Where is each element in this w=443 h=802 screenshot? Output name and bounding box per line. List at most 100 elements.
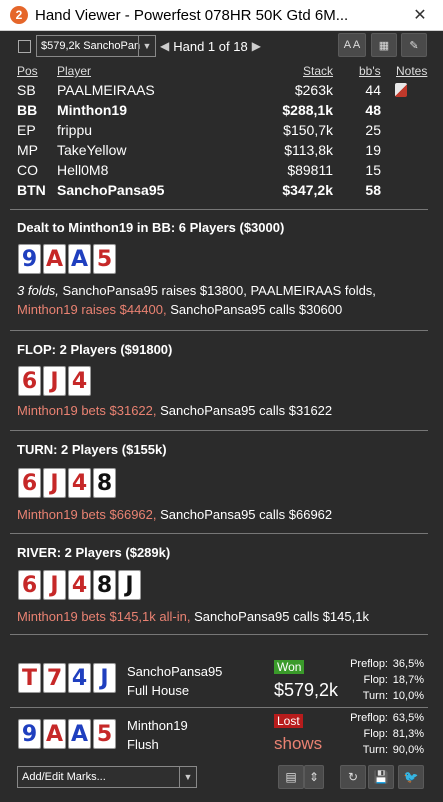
action-text: SanchoPansa95 calls $66962	[156, 507, 333, 522]
player-bbs: 48	[365, 102, 381, 118]
chevron-down-icon: ▼	[138, 36, 155, 56]
player-stack: $288,1k	[282, 102, 333, 118]
equity-value: 90,0%	[392, 744, 424, 756]
action-text: SanchoPansa95 calls $31622	[156, 403, 333, 418]
player-pos: CO	[17, 162, 38, 178]
up-down-icon[interactable]: ⇕	[304, 765, 324, 789]
flop-cards: 6 J 4	[18, 366, 93, 396]
winner-hole-cards: T 7 4 J	[18, 663, 118, 693]
player-bbs: 25	[365, 122, 381, 138]
player-row[interactable]: BB Minthon19 $288,1k 48	[17, 102, 433, 122]
header-player[interactable]: Player	[57, 64, 91, 78]
divider	[10, 330, 428, 331]
marks-placeholder: Add/Edit Marks...	[22, 771, 106, 783]
action-text: SanchoPansa95 calls $30600	[166, 302, 343, 317]
player-name: TakeYellow	[57, 142, 127, 158]
player-name: Minthon19	[57, 102, 127, 118]
close-button[interactable]: ✕	[397, 0, 443, 30]
folds-text: 3 folds,	[17, 283, 59, 298]
player-row[interactable]: CO Hell0M8 $89811 15	[17, 162, 433, 182]
playing-card: 7	[43, 663, 66, 693]
playing-card: 4	[68, 366, 91, 396]
turn-cards: 6 J 4 8	[18, 468, 118, 498]
hero-action-text: Minthon19 bets $66962,	[17, 507, 157, 522]
header-notes[interactable]: Notes	[396, 64, 427, 78]
player-name: Hell0M8	[57, 162, 109, 178]
result-hand-rank: Full House	[127, 683, 190, 698]
window-title: Hand Viewer - Powerfest 078HR 50K Gtd 6M…	[35, 6, 349, 24]
playing-card: 6	[18, 366, 41, 396]
app-logo-icon: 2	[10, 6, 28, 24]
twitter-icon[interactable]: 🐦	[398, 765, 424, 789]
playing-card: A	[68, 244, 91, 274]
equity-label: Preflop:	[350, 712, 388, 724]
notes-icon[interactable]: ▤	[278, 765, 304, 789]
result-hand-rank: Flush	[127, 737, 159, 752]
divider	[10, 707, 428, 708]
player-stack: $89811	[287, 162, 333, 178]
action-text: SanchoPansa95 raises $13800, PAALMEIRAAS…	[58, 283, 376, 298]
player-row[interactable]: SB PAALMEIRAAS $263k 44	[17, 82, 433, 102]
equity-value: 63,5%	[392, 712, 424, 724]
flop-title: FLOP: 2 Players ($91800)	[17, 342, 173, 357]
divider	[10, 209, 428, 210]
header-pos[interactable]: Pos	[17, 64, 38, 78]
river-action-line: Minthon19 bets $145,1k all-in, SanchoPan…	[17, 609, 369, 624]
playing-card: J	[118, 570, 141, 600]
header-stack[interactable]: Stack	[303, 64, 333, 78]
divider	[10, 430, 428, 431]
player-pos: MP	[17, 142, 38, 158]
edit-icon[interactable]: ✎	[401, 33, 427, 57]
playing-card: 8	[93, 468, 116, 498]
chevron-down-icon: ▼	[179, 767, 196, 787]
loser-hole-cards: 9 A A 5	[18, 719, 118, 749]
playing-card: T	[18, 663, 41, 693]
hero-hole-cards: 9 A A 5	[18, 244, 118, 274]
player-row[interactable]: EP frippu $150,7k 25	[17, 122, 433, 142]
previous-hand-icon[interactable]: ◀	[160, 39, 169, 53]
player-pos: BB	[17, 102, 38, 118]
playing-card: A	[43, 719, 66, 749]
title-bar: 2 Hand Viewer - Powerfest 078HR 50K Gtd …	[0, 0, 443, 31]
header-bbs[interactable]: bb's	[359, 64, 381, 78]
action-text: SanchoPansa95 calls $145,1k	[190, 609, 369, 624]
playing-card: 4	[68, 570, 91, 600]
note-icon[interactable]	[395, 83, 407, 97]
font-size-button[interactable]: A A	[338, 33, 366, 57]
equity-label: Turn:	[362, 690, 388, 702]
divider	[10, 533, 428, 534]
player-stack: $263k	[294, 82, 333, 98]
preflop-action-line-2: Minthon19 raises $44400, SanchoPansa95 c…	[17, 302, 342, 317]
equity-value: 36,5%	[392, 658, 424, 670]
playing-card: J	[43, 366, 66, 396]
marks-dropdown[interactable]: Add/Edit Marks... ▼	[17, 766, 197, 788]
flop-action-line: Minthon19 bets $31622, SanchoPansa95 cal…	[17, 403, 332, 418]
select-hand-checkbox[interactable]	[18, 39, 31, 53]
playing-card: 9	[18, 244, 41, 274]
playing-card: 5	[93, 719, 116, 749]
playing-card: 4	[68, 468, 91, 498]
refresh-icon[interactable]: ↻	[340, 765, 366, 789]
player-row[interactable]: MP TakeYellow $113,8k 19	[17, 142, 433, 162]
turn-action-line: Minthon19 bets $66962, SanchoPansa95 cal…	[17, 507, 332, 522]
equity-value: 18,7%	[392, 674, 424, 686]
playing-card: J	[93, 663, 116, 693]
save-icon[interactable]: 💾	[368, 765, 394, 789]
hero-action-text: Minthon19 bets $31622,	[17, 403, 157, 418]
lost-badge: Lost	[274, 714, 303, 728]
grid-icon[interactable]: ▦	[371, 33, 397, 57]
player-bbs: 44	[365, 82, 381, 98]
equity-label: Preflop:	[350, 658, 388, 670]
playing-card: J	[43, 468, 66, 498]
player-name: PAALMEIRAAS	[57, 82, 155, 98]
player-row[interactable]: BTN SanchoPansa95 $347,2k 58	[17, 182, 433, 202]
player-pos: SB	[17, 82, 36, 98]
hand-select-dropdown[interactable]: $579,2k SanchoPan ▼	[36, 35, 156, 57]
player-stack: $150,7k	[283, 122, 333, 138]
next-hand-icon[interactable]: ▶	[252, 39, 261, 53]
divider	[10, 634, 428, 635]
equity-value: 10,0%	[392, 690, 424, 702]
equity-label: Flop:	[363, 728, 388, 740]
equity-label: Flop:	[363, 674, 388, 686]
preflop-action-line-1: 3 folds, SanchoPansa95 raises $13800, PA…	[17, 283, 376, 298]
